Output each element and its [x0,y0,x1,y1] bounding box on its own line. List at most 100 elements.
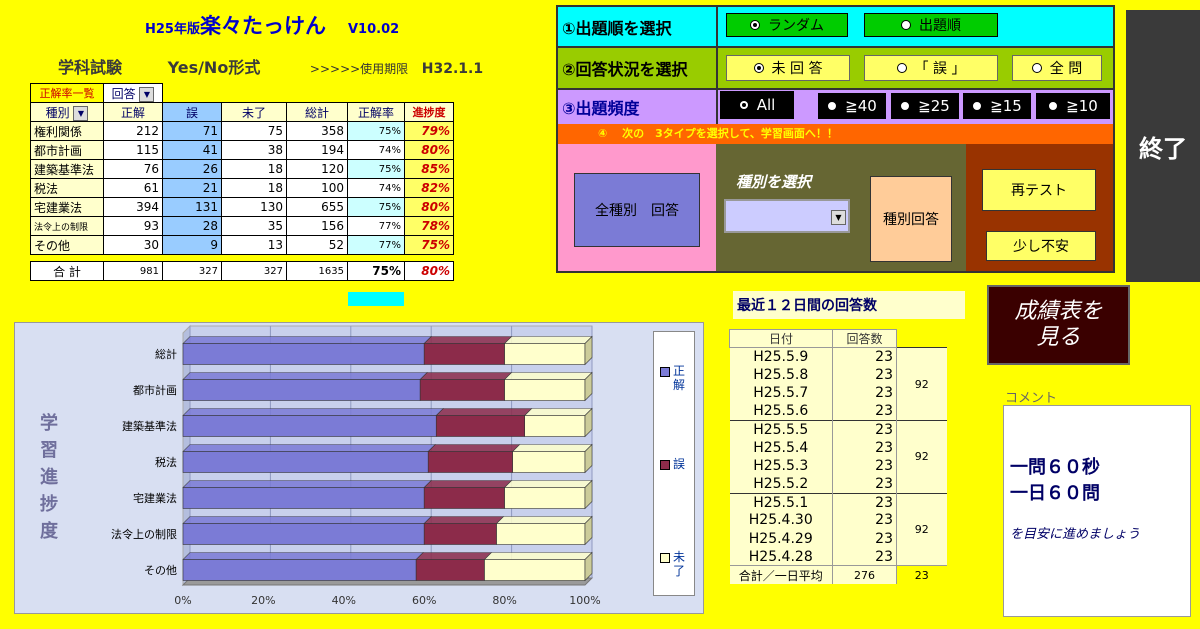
col-header-un: 未了 [221,102,287,122]
cell-progress: 80% [404,197,454,217]
bar-top-0 [182,480,432,488]
bar-segment-0 [182,379,421,401]
order-sequential-button[interactable]: 出題順 [864,13,998,37]
comment-box [1003,405,1191,617]
cell-ok: 212 [103,121,163,141]
bar-top-2 [503,336,593,344]
filter-select[interactable]: 回答 ▼ [103,83,163,103]
status-all-button[interactable]: 全 問 [1012,55,1102,81]
bar-segment-2 [484,559,586,581]
y-tick-label: 宅建業法 [133,491,177,505]
cell-progress: 75% [404,235,454,255]
order-label: ①出題順を選択 [558,7,718,46]
freq-25-button[interactable]: ≧25 [891,93,959,119]
type-select[interactable]: ▼ [724,199,850,233]
chevron-down-icon[interactable]: ▼ [831,210,846,225]
bar-top-2 [495,516,593,524]
chart-svg: 0% 20% 40% 60% 80% 100% 総計都市計画建築基準法税法宅建業法法令上の制… [111,324,601,607]
daily-date: H25.4.28 [729,547,833,566]
x-tick-label: 100% [569,594,600,607]
freq-10-button[interactable]: ≧10 [1036,93,1110,119]
bar-top-0 [182,444,436,452]
cell-rate: 77% [347,216,405,236]
chevron-down-icon[interactable]: ▼ [139,86,155,102]
cell-ng: 21 [162,178,222,198]
bar-segment-1 [415,559,485,581]
chevron-down-icon[interactable]: ▼ [73,105,89,121]
bar-segment-0 [182,343,425,365]
comment-main: 一問６０秒 一日６０問 [1010,457,1100,504]
daily-count: 23 [832,438,897,457]
cell-rate: 75% [347,197,405,217]
daily-date: H25.5.8 [729,365,833,385]
view-report-button[interactable]: 成績表を 見る [987,285,1130,365]
bar-top-0 [182,516,432,524]
cell-un: 38 [221,140,287,160]
freq-40-button[interactable]: ≧40 [818,93,886,119]
daily-date: H25.5.7 [729,384,833,403]
y-tick-label: その他 [144,564,177,577]
daily-header-count: 回答数 [832,328,897,349]
cell-ok: 93 [103,216,163,236]
comment-sub: を目安に進めましょう [1010,527,1141,542]
col-header-type[interactable]: 種別 ▼ [30,102,104,122]
cell-ng: 9 [162,235,222,255]
type-answer-button[interactable]: 種別回答 [870,176,952,262]
cell-highlight [348,292,404,306]
status-label: ②回答状況を選択 [558,46,718,88]
bar-segment-1 [423,343,505,365]
x-tick-label: 40% [332,594,356,607]
bar-segment-2 [496,523,586,545]
format-label: Yes/No形式 [167,58,261,77]
cell-ok: 76 [103,159,163,179]
table-row: その他 30 9 13 52 77% 75% [30,235,454,255]
daily-group-sum: 92 [896,347,947,421]
freq-all-button[interactable]: All [720,91,794,119]
daily-group-sum: 92 [896,492,947,566]
cell-total: 120 [286,159,348,179]
x-tick-label: 20% [251,594,275,607]
cell-ok: 30 [103,235,163,255]
daily-count: 23 [832,511,897,530]
table-row: 権利関係 212 71 75 358 75% 79% [30,121,454,141]
order-random-button[interactable]: ランダム [726,13,848,37]
subject-label: 学科試験 [58,58,123,77]
status-unanswered-button[interactable]: 未 回 答 [726,55,850,81]
daily-group-sum: 92 [896,419,947,494]
cell-un: 130 [221,197,287,217]
col-header-progress: 進捗度 [404,102,454,122]
list-item: H25.5.1 23 92 [729,492,947,566]
freq-15-button[interactable]: ≧15 [963,93,1031,119]
cell-rate: 75% [347,121,405,141]
total-rate: 75% [347,261,405,281]
daily-date: H25.5.9 [729,347,833,366]
bar-top-1 [427,444,521,452]
total-progress: 80% [404,261,454,281]
y-tick-label: 建築基準法 [122,419,177,433]
status-wrong-button[interactable]: 「 誤 」 [864,55,998,81]
cell-name: 建築基準法 [30,159,104,179]
exit-button[interactable]: 終了 [1126,10,1200,282]
daily-date: H25.4.30 [729,511,833,530]
daily-count: 23 [832,547,897,566]
daily-count: 23 [832,419,897,439]
retest-button[interactable]: 再テスト [982,169,1096,211]
bar-top-2 [511,444,593,452]
bar-segment-2 [504,343,586,365]
y-tick-label: 法令上の制限 [111,527,177,541]
bar-segment-1 [435,415,526,437]
table-row: 税法 61 21 18 100 74% 82% [30,178,454,198]
bar-top-2 [503,480,593,488]
all-types-button[interactable]: 全種別 回答 [574,173,700,247]
legend-ng: 誤 [660,457,692,471]
cell-rate: 74% [347,140,405,160]
unsure-button[interactable]: 少し不安 [986,231,1096,261]
cell-total: 655 [286,197,348,217]
bar-top-1 [415,552,493,560]
chart-legend: 正解 誤 未了 [653,331,695,596]
title-prefix: H25年版 [145,22,200,37]
total-total: 1635 [286,261,348,281]
table-row: 法令上の制限 93 28 35 156 77% 78% [30,216,454,236]
cell-progress: 85% [404,159,454,179]
cell-rate: 75% [347,159,405,179]
